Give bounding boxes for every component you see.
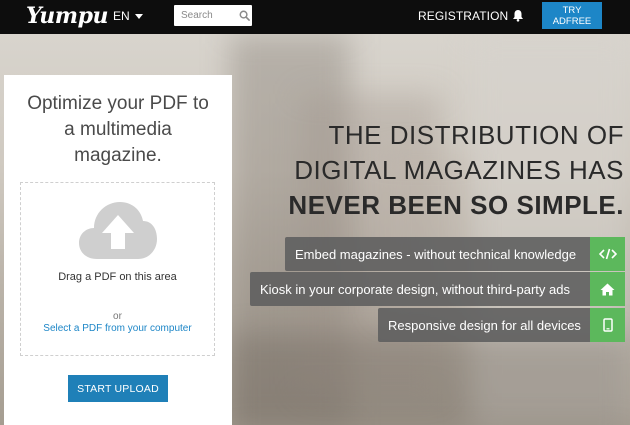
search-input[interactable]	[181, 10, 237, 21]
feature-text: Kiosk in your corporate design, without …	[250, 272, 590, 306]
feature-icon-box	[590, 308, 625, 342]
headline-line: THE DISTRIBUTION OF	[328, 120, 624, 150]
card-title-line: a multimedia	[64, 119, 172, 140]
select-pdf-link[interactable]: Select a PDF from your computer	[21, 323, 214, 334]
code-icon	[598, 248, 617, 260]
headline-line: DIGITAL MAGAZINES HAS	[294, 155, 624, 185]
home-icon	[600, 283, 615, 295]
pdf-dropzone[interactable]: Drag a PDF on this area or Select a PDF …	[20, 182, 215, 356]
try-adfree-button[interactable]: TRY ADFREE	[542, 2, 602, 29]
start-upload-button[interactable]: START UPLOAD	[68, 375, 168, 402]
feature-responsive[interactable]: Responsive design for all devices	[378, 308, 625, 342]
bell-icon[interactable]	[512, 9, 524, 22]
feature-text: Responsive design for all devices	[378, 308, 590, 342]
language-label: EN	[113, 9, 130, 23]
registration-link[interactable]: REGISTRATION	[418, 9, 508, 23]
cloud-upload-icon	[79, 202, 157, 259]
card-title-line: Optimize your PDF to	[27, 93, 209, 114]
card-title-line: magazine.	[74, 145, 162, 166]
headline-line-bold: NEVER BEEN SO SIMPLE.	[288, 190, 624, 220]
search-icon[interactable]	[239, 10, 250, 21]
chevron-down-icon	[134, 13, 143, 19]
yumpu-logo[interactable]: Yumpu	[26, 3, 108, 29]
feature-icon-box	[590, 237, 625, 271]
language-selector[interactable]: EN	[113, 9, 143, 23]
feature-kiosk[interactable]: Kiosk in your corporate design, without …	[250, 272, 625, 306]
search-box[interactable]	[174, 5, 252, 26]
top-navbar: Yumpu EN REGISTRATION TRY ADFREE	[0, 0, 630, 34]
try-adfree-line1: TRY	[562, 5, 582, 16]
drag-instruction: Drag a PDF on this area	[58, 271, 177, 283]
feature-embed[interactable]: Embed magazines - without technical know…	[285, 237, 625, 271]
or-separator: or	[113, 311, 122, 322]
feature-icon-box	[590, 272, 625, 306]
hero-headline: THE DISTRIBUTION OF DIGITAL MAGAZINES HA…	[288, 118, 624, 223]
upload-card: Optimize your PDF to a multimedia magazi…	[4, 75, 232, 425]
feature-text: Embed magazines - without technical know…	[285, 237, 590, 271]
try-adfree-line2: ADFREE	[552, 16, 592, 27]
tablet-icon	[602, 318, 613, 332]
upload-card-title: Optimize your PDF to a multimedia magazi…	[4, 91, 232, 169]
background-blur	[230, 334, 630, 425]
